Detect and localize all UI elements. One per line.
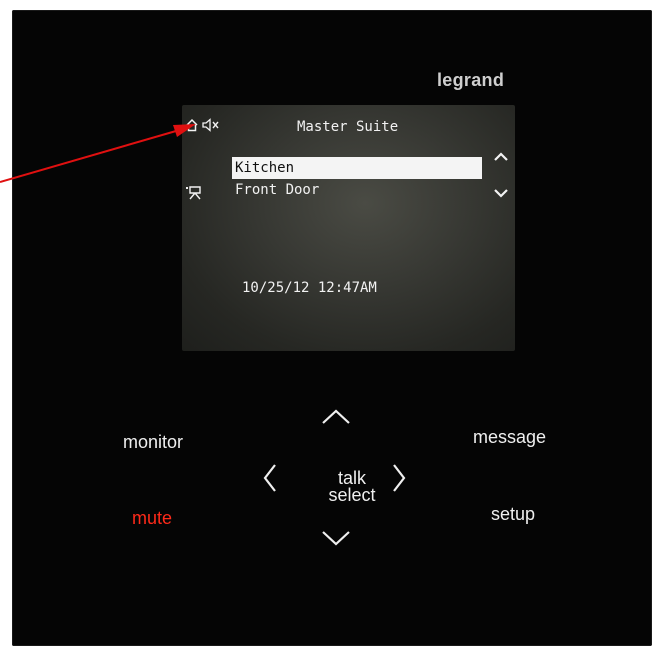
annotation-arrow bbox=[0, 124, 196, 183]
